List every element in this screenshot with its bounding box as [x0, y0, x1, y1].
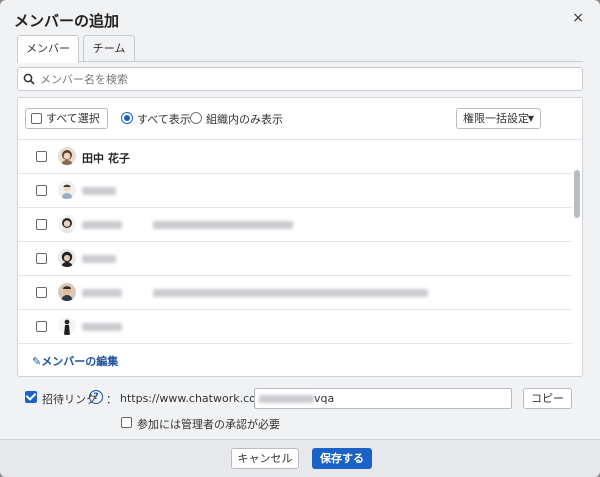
copy-button[interactable]: コピー	[523, 388, 572, 409]
redacted-name	[82, 187, 116, 195]
member-checkbox[interactable]	[36, 185, 47, 196]
redacted-detail	[153, 289, 428, 297]
select-all-button[interactable]: すべて選択	[25, 108, 108, 129]
redacted-name	[82, 323, 122, 331]
redacted-name	[82, 221, 122, 229]
approval-checkbox[interactable]	[121, 417, 132, 428]
member-row[interactable]	[18, 242, 574, 276]
approval-label: 参加には管理者の承認が必要	[137, 418, 280, 431]
avatar	[58, 317, 76, 335]
redacted-token	[259, 395, 314, 403]
tab-teams[interactable]: チーム	[83, 35, 135, 62]
redacted-name	[82, 255, 116, 263]
member-row[interactable]	[18, 174, 574, 208]
member-checkbox[interactable]	[36, 253, 47, 264]
member-search[interactable]	[17, 67, 583, 91]
tab-members[interactable]: メンバー	[17, 35, 79, 63]
select-all-checkbox[interactable]	[31, 113, 42, 124]
filter-all-radio[interactable]	[121, 112, 133, 124]
tab-divider	[17, 61, 583, 62]
avatar	[58, 147, 76, 165]
avatar	[58, 283, 76, 301]
invite-link-checkbox[interactable]	[25, 391, 37, 403]
member-toolbar: すべて選択 すべて表示 組織内のみ表示 権限一括設定 ▼	[18, 98, 582, 140]
invite-url-field[interactable]: vqa	[254, 388, 512, 409]
select-all-label: すべて選択	[46, 112, 100, 125]
edit-members-label: メンバーの編集	[41, 355, 119, 368]
bulk-permission-label: 権限一括設定	[463, 112, 529, 125]
filter-all-label: すべて表示	[137, 113, 191, 126]
member-name: 田中 花子	[82, 152, 130, 165]
member-row[interactable]	[18, 310, 574, 344]
edit-members-link[interactable]: ✎メンバーの編集	[32, 353, 118, 369]
member-row[interactable]	[18, 208, 574, 242]
avatar	[58, 181, 76, 199]
member-list-panel: すべて選択 すべて表示 組織内のみ表示 権限一括設定 ▼ 田中 花子	[17, 97, 583, 377]
filter-org-radio[interactable]	[190, 112, 202, 124]
bulk-permission-dropdown[interactable]: 権限一括設定 ▼	[456, 108, 541, 129]
pencil-icon: ✎	[32, 355, 42, 368]
add-member-dialog: メンバーの追加 × メンバー チーム すべて選択 すべて表示 組織内のみ表示 権…	[0, 0, 600, 477]
member-row[interactable]	[18, 276, 574, 310]
close-icon[interactable]: ×	[572, 10, 584, 26]
filter-org-label: 組織内のみ表示	[206, 113, 283, 126]
dialog-title: メンバーの追加	[14, 12, 120, 30]
save-button[interactable]: 保存する	[312, 448, 372, 469]
member-checkbox[interactable]	[36, 219, 47, 230]
cancel-button[interactable]: キャンセル	[231, 448, 299, 469]
avatar	[58, 249, 76, 267]
scrollbar-thumb[interactable]	[574, 170, 580, 218]
member-checkbox[interactable]	[36, 321, 47, 332]
chevron-down-icon: ▼	[527, 114, 534, 123]
member-checkbox[interactable]	[36, 287, 47, 298]
dialog-footer: キャンセル 保存する	[0, 439, 600, 477]
search-icon	[23, 73, 35, 85]
avatar	[58, 215, 76, 233]
member-row[interactable]: 田中 花子	[18, 140, 574, 174]
invite-colon: ：	[106, 393, 117, 406]
invite-url-suffix: vqa	[314, 392, 335, 405]
redacted-name	[82, 289, 122, 297]
member-checkbox[interactable]	[36, 151, 47, 162]
search-input[interactable]	[40, 71, 570, 87]
help-icon[interactable]: ?	[89, 390, 103, 404]
redacted-detail	[153, 221, 293, 229]
